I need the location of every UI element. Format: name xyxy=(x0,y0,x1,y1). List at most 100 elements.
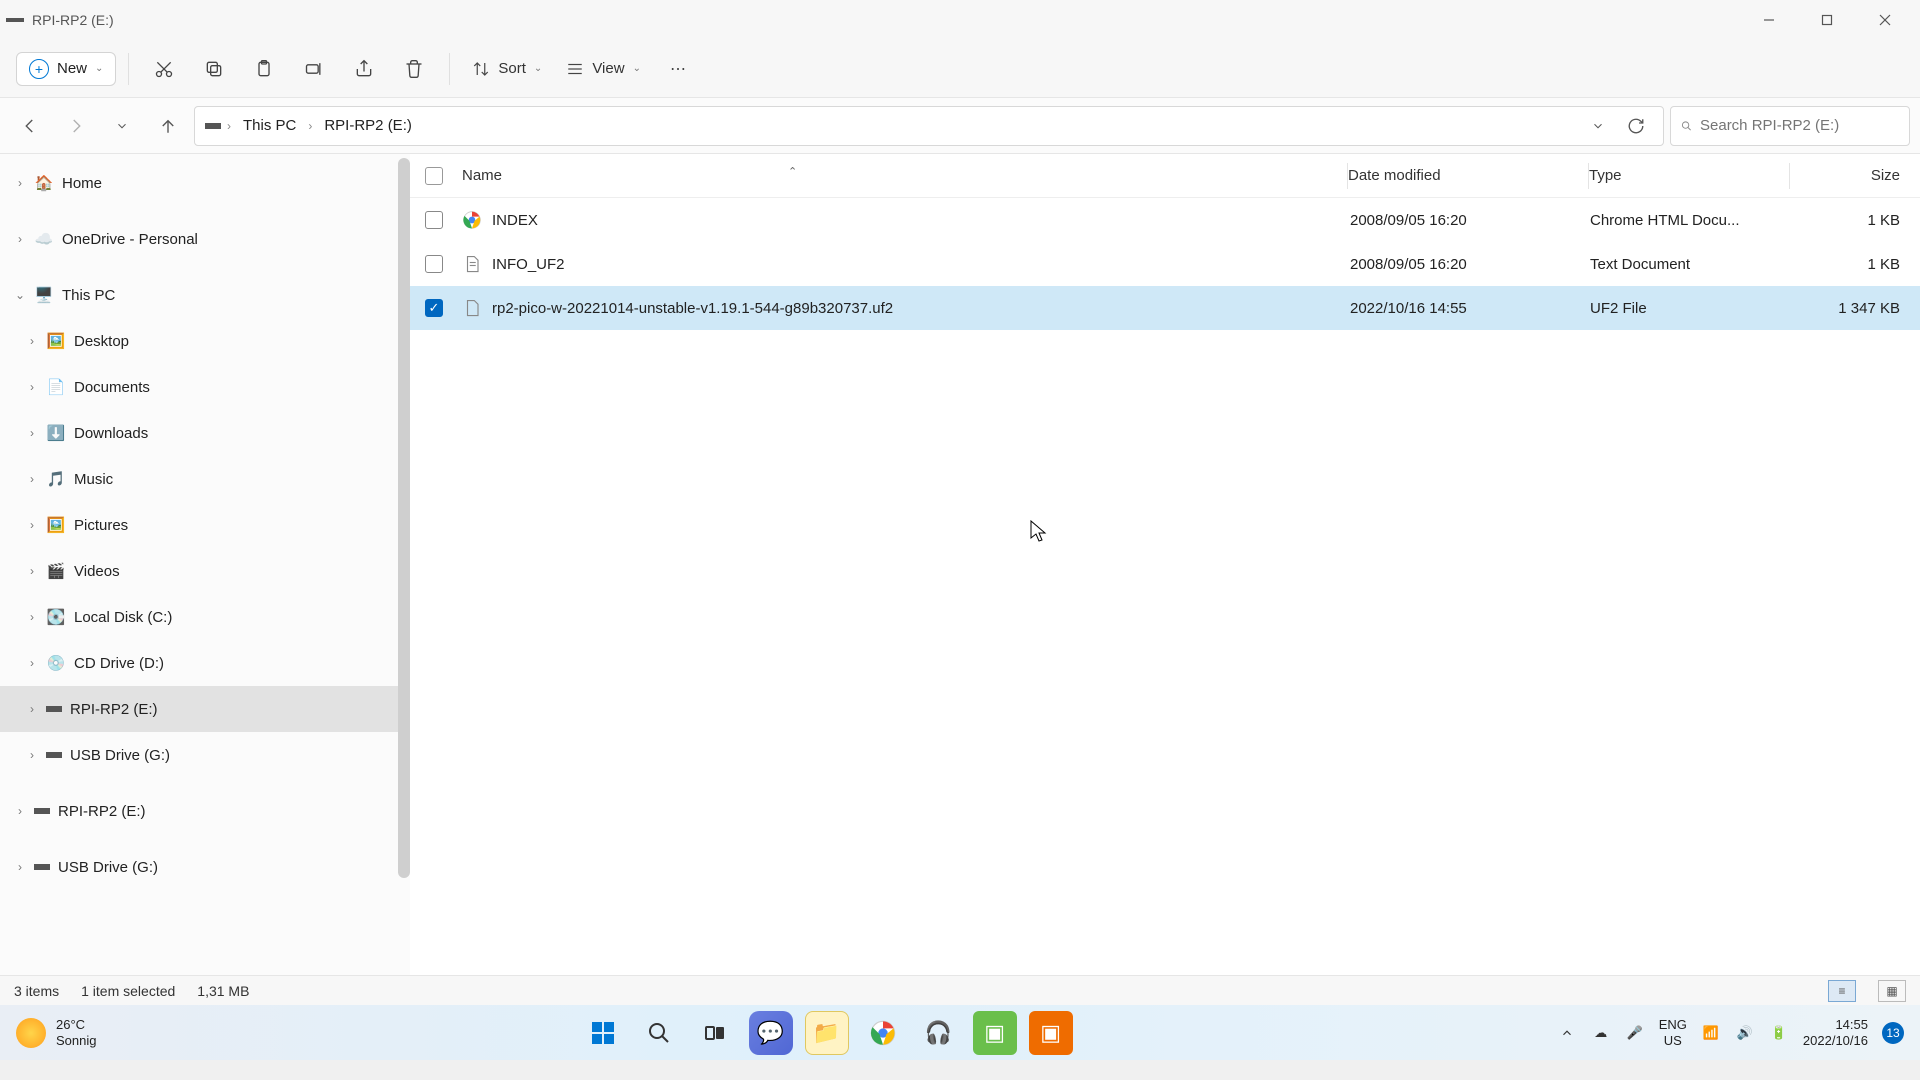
recent-button[interactable] xyxy=(102,106,142,146)
file-list-empty-area[interactable] xyxy=(410,330,1920,975)
home-icon: 🏠 xyxy=(34,173,54,193)
cut-button[interactable] xyxy=(141,49,187,89)
taskbar-task-view[interactable] xyxy=(693,1011,737,1055)
file-name: INFO_UF2 xyxy=(492,256,565,273)
start-button[interactable] xyxy=(581,1011,625,1055)
nav-usb-drive-g-root[interactable]: ›USB Drive (G:) xyxy=(0,844,410,890)
taskbar-chrome[interactable] xyxy=(861,1011,905,1055)
taskbar-app-green[interactable]: ▣ xyxy=(973,1011,1017,1055)
tray-wifi-icon[interactable]: 📶 xyxy=(1701,1023,1721,1043)
more-button[interactable]: ⋯ xyxy=(655,49,701,89)
sort-label: Sort xyxy=(498,60,526,77)
view-icon xyxy=(566,60,584,78)
select-all-checkbox[interactable] xyxy=(410,167,458,185)
close-button[interactable] xyxy=(1856,1,1914,39)
taskbar-chat[interactable]: 💬 xyxy=(749,1011,793,1055)
taskbar-weather[interactable]: 26°C Sonnig xyxy=(16,1017,96,1048)
maximize-button[interactable] xyxy=(1798,1,1856,39)
chevron-down-icon: ⌄ xyxy=(10,288,30,302)
file-icon xyxy=(462,254,482,274)
drive-icon xyxy=(6,18,24,22)
taskbar-app-audio[interactable]: 🎧 xyxy=(917,1011,961,1055)
drive-icon xyxy=(205,123,221,129)
col-type[interactable]: Type xyxy=(1589,167,1789,184)
refresh-button[interactable] xyxy=(1619,109,1653,143)
notification-badge[interactable]: 13 xyxy=(1882,1022,1904,1044)
nav-home[interactable]: ›🏠Home xyxy=(0,160,410,206)
col-name[interactable]: Name⌃ xyxy=(458,167,1347,184)
details-view-button[interactable]: ≡ xyxy=(1828,980,1856,1002)
col-size[interactable]: Size xyxy=(1790,167,1920,184)
nav-local-disk-c[interactable]: ›💽Local Disk (C:) xyxy=(0,594,410,640)
nav-pictures[interactable]: ›🖼️Pictures xyxy=(0,502,410,548)
tray-mic-icon[interactable]: 🎤 xyxy=(1625,1023,1645,1043)
thumbnails-view-button[interactable]: ▦ xyxy=(1878,980,1906,1002)
crumb-thispc[interactable]: This PC xyxy=(237,113,302,138)
chevron-down-icon: ⌄ xyxy=(95,63,103,74)
file-list: Name⌃ Date modified Type Size INDEX2008/… xyxy=(410,154,1920,975)
col-date[interactable]: Date modified xyxy=(1348,167,1588,184)
file-size: 1 KB xyxy=(1790,212,1920,229)
crumb-drive[interactable]: RPI-RP2 (E:) xyxy=(318,113,418,138)
nav-videos[interactable]: ›🎬Videos xyxy=(0,548,410,594)
cursor-icon xyxy=(1030,520,1048,544)
nav-cd-drive-d[interactable]: ›💿CD Drive (D:) xyxy=(0,640,410,686)
navigation-tree[interactable]: ›🏠Home ›☁️OneDrive - Personal ⌄🖥️This PC… xyxy=(0,154,410,975)
history-dropdown[interactable] xyxy=(1581,109,1615,143)
nav-downloads[interactable]: ›⬇️Downloads xyxy=(0,410,410,456)
nav-desktop[interactable]: ›🖼️Desktop xyxy=(0,318,410,364)
file-row[interactable]: ✓rp2-pico-w-20221014-unstable-v1.19.1-54… xyxy=(410,286,1920,330)
tray-overflow[interactable] xyxy=(1557,1023,1577,1043)
file-size: 1 347 KB xyxy=(1790,300,1920,317)
back-button[interactable] xyxy=(10,106,50,146)
search-box[interactable] xyxy=(1670,106,1910,146)
tray-onedrive-icon[interactable]: ☁ xyxy=(1591,1023,1611,1043)
navtree-scrollbar[interactable] xyxy=(398,158,410,878)
view-label: View xyxy=(592,60,624,77)
file-row[interactable]: INDEX2008/09/05 16:20Chrome HTML Docu...… xyxy=(410,198,1920,242)
address-bar[interactable]: › This PC › RPI-RP2 (E:) xyxy=(194,106,1664,146)
sun-icon xyxy=(16,1018,46,1048)
chevron-right-icon: › xyxy=(22,518,42,532)
tray-clock[interactable]: 14:55 2022/10/16 xyxy=(1803,1017,1868,1048)
chevron-down-icon: ⌄ xyxy=(534,63,542,74)
documents-icon: 📄 xyxy=(46,377,66,397)
tray-battery-icon[interactable]: 🔋 xyxy=(1769,1023,1789,1043)
nav-rpi-rp2-e[interactable]: ›RPI-RP2 (E:) xyxy=(0,686,410,732)
sort-button[interactable]: Sort ⌄ xyxy=(462,54,552,84)
row-checkbox[interactable] xyxy=(410,211,458,229)
nav-thispc[interactable]: ⌄🖥️This PC xyxy=(0,272,410,318)
nav-rpi-rp2-e-root[interactable]: ›RPI-RP2 (E:) xyxy=(0,788,410,834)
taskbar-file-explorer[interactable]: 📁 xyxy=(805,1011,849,1055)
taskbar-app-orange[interactable]: ▣ xyxy=(1029,1011,1073,1055)
delete-button[interactable] xyxy=(391,49,437,89)
taskbar-search[interactable] xyxy=(637,1011,681,1055)
nav-documents[interactable]: ›📄Documents xyxy=(0,364,410,410)
new-button[interactable]: + New ⌄ xyxy=(16,52,116,86)
nav-onedrive[interactable]: ›☁️OneDrive - Personal xyxy=(0,216,410,262)
row-checkbox[interactable]: ✓ xyxy=(410,299,458,317)
share-button[interactable] xyxy=(341,49,387,89)
tray-volume-icon[interactable]: 🔊 xyxy=(1735,1023,1755,1043)
status-selected-count: 1 item selected xyxy=(81,983,175,999)
minimize-button[interactable] xyxy=(1740,1,1798,39)
file-row[interactable]: INFO_UF22008/09/05 16:20Text Document1 K… xyxy=(410,242,1920,286)
file-name: INDEX xyxy=(492,212,538,229)
paste-button[interactable] xyxy=(241,49,287,89)
search-input[interactable] xyxy=(1700,117,1899,134)
status-selected-size: 1,31 MB xyxy=(197,983,249,999)
view-button[interactable]: View ⌄ xyxy=(556,54,651,84)
chevron-right-icon: › xyxy=(10,176,30,190)
nav-music[interactable]: ›🎵Music xyxy=(0,456,410,502)
copy-button[interactable] xyxy=(191,49,237,89)
rename-button[interactable] xyxy=(291,49,337,89)
forward-button[interactable] xyxy=(56,106,96,146)
up-button[interactable] xyxy=(148,106,188,146)
nav-usb-drive-g[interactable]: ›USB Drive (G:) xyxy=(0,732,410,778)
row-checkbox[interactable] xyxy=(410,255,458,273)
weather-label: Sonnig xyxy=(56,1033,96,1049)
file-size: 1 KB xyxy=(1790,256,1920,273)
tray-language[interactable]: ENG US xyxy=(1659,1017,1687,1048)
titlebar: RPI-RP2 (E:) xyxy=(0,0,1920,40)
chevron-right-icon: › xyxy=(10,860,30,874)
